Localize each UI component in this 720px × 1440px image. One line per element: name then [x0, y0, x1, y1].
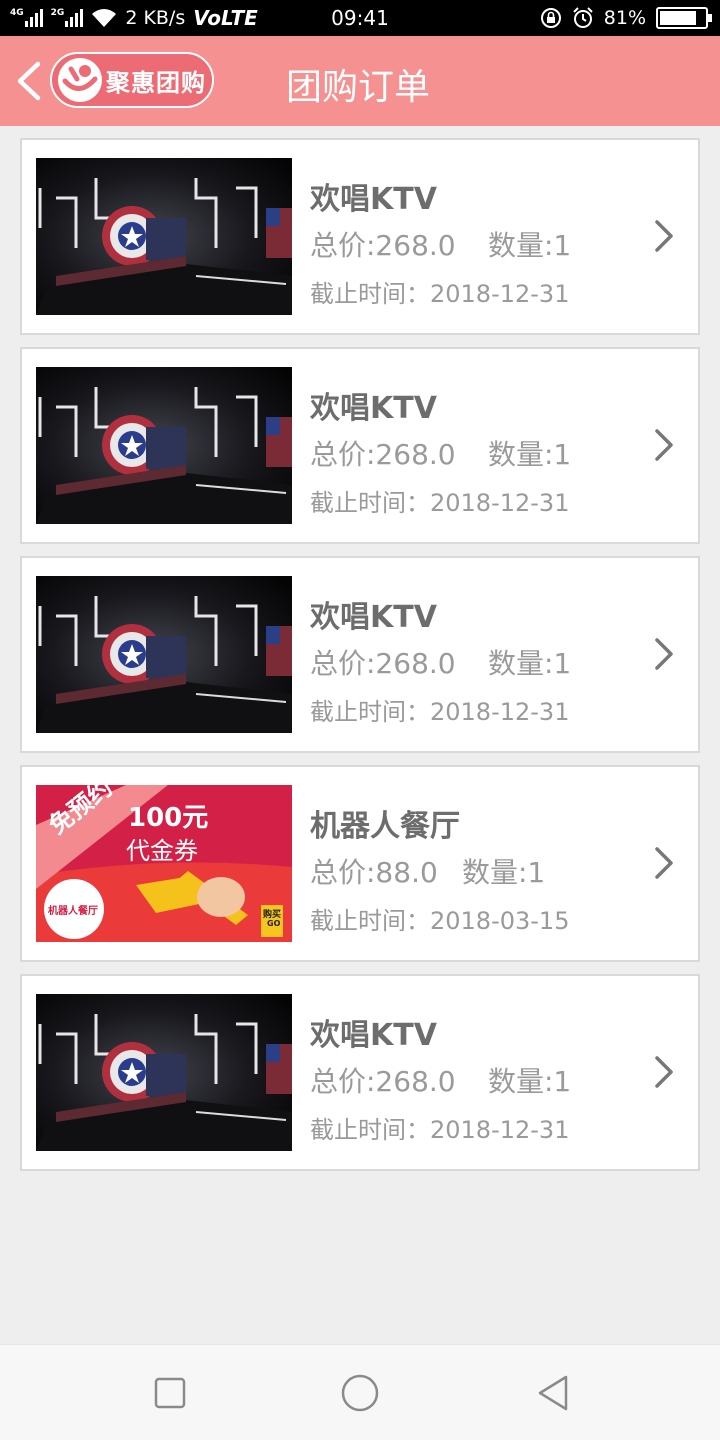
order-price: 总价:268.0	[310, 647, 456, 680]
order-quantity: 数量:1	[462, 856, 546, 889]
order-deadline: 截止时间：2018-12-31	[310, 489, 570, 517]
page-title-text: 团购订单	[285, 67, 430, 108]
order-quantity: 数量:1	[488, 1065, 572, 1098]
order-price: 总价:268.0	[310, 438, 456, 471]
order-card[interactable]: 欢唱KTV 总价:268.0 数量:1 截止时间：2018-12-31	[20, 556, 700, 753]
system-nav-bar	[0, 1344, 720, 1440]
back-nav-button[interactable]	[534, 1373, 574, 1413]
status-right: 81%	[540, 6, 712, 30]
order-name: 欢唱KTV	[310, 391, 437, 426]
title-bar: 团购订单 聚惠团购	[0, 36, 720, 126]
brand-logo-icon	[58, 58, 102, 102]
order-deadline: 截止时间：2018-12-31	[310, 698, 570, 726]
order-quantity: 数量:1	[488, 438, 572, 471]
battery-level-fill	[660, 11, 696, 25]
voucher-go-label: GO	[267, 919, 281, 928]
chevron-right-icon	[655, 429, 673, 461]
chevron-right-icon	[655, 638, 673, 670]
chevron-right-icon	[655, 847, 673, 879]
voucher-label: 代金券	[126, 837, 198, 865]
order-quantity: 数量:1	[488, 647, 572, 680]
chevron-right-icon	[655, 1056, 673, 1088]
brand-name: 聚惠团购	[106, 68, 206, 97]
ktv-room-photo	[36, 367, 292, 524]
order-card[interactable]: 免预约 100元 代金券 机器人餐厅 购买 GO 机器人餐厅 总价:88.0 数…	[20, 765, 700, 962]
rotation-lock-icon	[540, 8, 561, 28]
order-quantity: 数量:1	[488, 229, 572, 262]
home-button[interactable]	[340, 1373, 380, 1413]
status-bar: 4G 2G 2 KB/s VoLTE 09:41 81%	[0, 0, 720, 36]
battery-icon	[656, 7, 712, 29]
order-name: 欢唱KTV	[310, 182, 437, 217]
voucher-banner: 免预约 100元 代金券 机器人餐厅 购买 GO	[36, 785, 292, 942]
ktv-room-photo	[36, 994, 292, 1151]
order-card[interactable]: 欢唱KTV 总价:268.0 数量:1 截止时间：2018-12-31	[20, 347, 700, 544]
ktv-room-photo	[36, 158, 292, 315]
order-price: 总价:268.0	[310, 229, 456, 262]
voucher-shop: 机器人餐厅	[48, 906, 98, 917]
voucher-amount: 100元	[128, 803, 209, 833]
order-card[interactable]: 欢唱KTV 总价:268.0 数量:1 截止时间：2018-12-31	[20, 138, 700, 335]
order-deadline: 截止时间：2018-12-31	[310, 1116, 570, 1144]
chevron-right-icon	[655, 220, 673, 252]
order-name: 机器人餐厅	[310, 809, 460, 844]
order-card[interactable]: 欢唱KTV 总价:268.0 数量:1 截止时间：2018-12-31	[20, 974, 700, 1171]
order-deadline: 截止时间：2018-12-31	[310, 280, 570, 308]
order-name: 欢唱KTV	[310, 1018, 437, 1053]
order-deadline: 截止时间：2018-03-15	[310, 907, 570, 935]
brand-logo: 聚惠团购	[50, 52, 214, 108]
order-name: 欢唱KTV	[310, 600, 437, 635]
alarm-icon	[573, 7, 593, 28]
order-price: 总价:88.0	[310, 856, 438, 889]
recent-apps-button[interactable]	[150, 1373, 190, 1413]
battery-percent: 81%	[603, 7, 646, 29]
ktv-room-photo	[36, 576, 292, 733]
order-list: 欢唱KTV 总价:268.0 数量:1 截止时间：2018-12-31 欢唱KT…	[20, 138, 700, 1183]
order-price: 总价:268.0	[310, 1065, 456, 1098]
back-button[interactable]	[8, 56, 48, 106]
